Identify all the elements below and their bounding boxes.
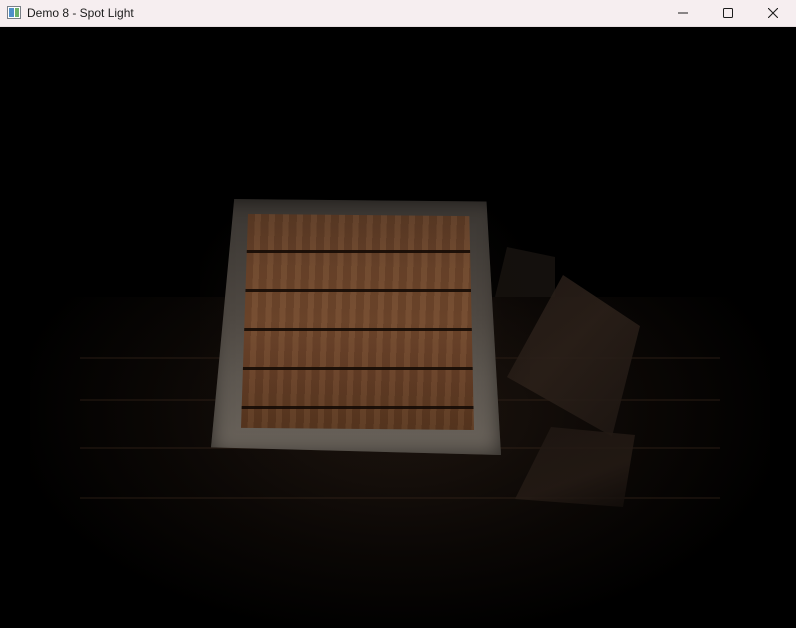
crate-wood-face — [241, 214, 474, 430]
minimize-button[interactable] — [660, 0, 706, 26]
app-window-icon — [7, 6, 21, 19]
app-window: Demo 8 - Spot Light — [0, 0, 796, 628]
maximize-button[interactable] — [705, 0, 751, 26]
render-viewport[interactable] — [0, 27, 796, 628]
minimize-icon — [678, 12, 688, 14]
close-icon — [768, 8, 778, 18]
maximize-icon — [723, 8, 733, 18]
close-button[interactable] — [750, 0, 796, 26]
title-bar[interactable]: Demo 8 - Spot Light — [0, 0, 796, 27]
window-title: Demo 8 - Spot Light — [27, 6, 134, 20]
